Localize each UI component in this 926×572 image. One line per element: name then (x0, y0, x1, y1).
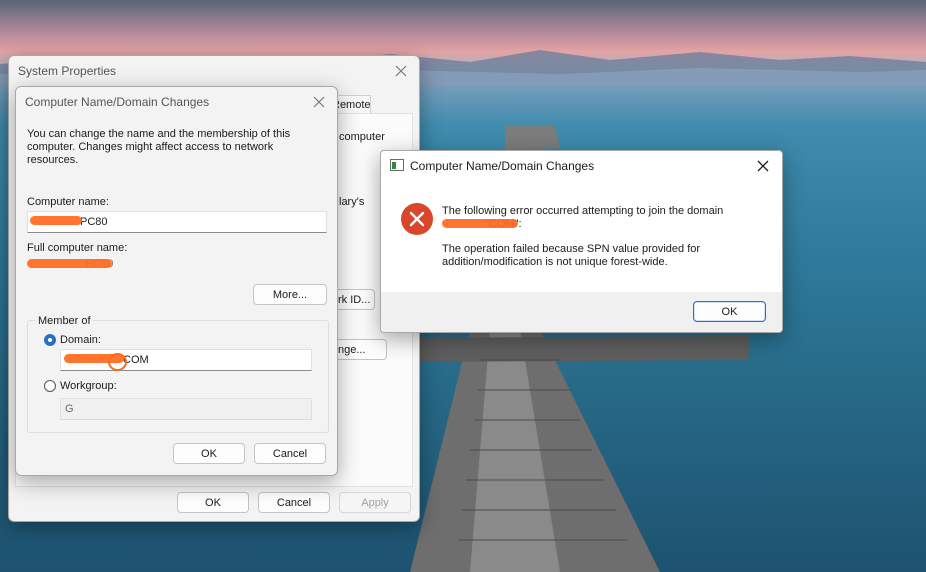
system-properties-ok-button[interactable]: OK (177, 492, 249, 513)
behind-text-computer: computer (339, 131, 385, 143)
error-dialog-close-button[interactable] (751, 155, 775, 177)
redaction-circle (108, 353, 127, 371)
error-line-1: The following error occurred attempting … (442, 205, 724, 217)
computer-name-label: Computer name: (27, 196, 109, 208)
dialog-description: You can change the name and the membersh… (27, 128, 291, 166)
app-icon (390, 159, 404, 171)
computer-name-dialog-titlebar: Computer Name/Domain Changes (16, 87, 337, 117)
system-properties-titlebar: System Properties (9, 56, 419, 86)
computer-name-value: PC80 (80, 216, 108, 228)
computer-name-dialog-title: Computer Name/Domain Changes (25, 95, 210, 109)
redaction-mark (27, 259, 112, 268)
behind-text-lary: lary's (339, 196, 365, 208)
network-id-button[interactable]: rk ID... (335, 289, 375, 310)
error-message: The operation failed because SPN value p… (442, 243, 701, 268)
change-button[interactable]: nge... (335, 339, 387, 360)
error-dialog-titlebar: Computer Name/Domain Changes (381, 151, 782, 181)
close-icon (395, 65, 407, 77)
system-properties-cancel-button[interactable]: Cancel (258, 492, 330, 513)
member-of-group: Member of Domain: COM Workgroup: G (27, 315, 329, 433)
computer-name-dialog: Computer Name/Domain Changes You can cha… (15, 86, 338, 476)
computer-name-dialog-close-button[interactable] (307, 91, 331, 113)
error-dialog: Computer Name/Domain Changes The followi… (380, 150, 783, 333)
full-computer-name-label: Full computer name: (27, 242, 128, 254)
member-of-label: Member of (36, 315, 93, 327)
system-properties-apply-button[interactable]: Apply (339, 492, 411, 513)
workgroup-radio[interactable] (44, 380, 56, 392)
error-icon (401, 203, 433, 235)
domain-radio[interactable] (44, 334, 56, 346)
more-button[interactable]: More... (253, 284, 327, 305)
redaction-mark (30, 216, 82, 225)
computer-name-ok-button[interactable]: OK (173, 443, 245, 464)
error-ok-button[interactable]: OK (693, 301, 766, 322)
system-properties-title: System Properties (18, 64, 117, 78)
workgroup-label[interactable]: Workgroup: (60, 380, 117, 392)
workgroup-input: G (60, 398, 312, 420)
domain-label[interactable]: Domain: (60, 334, 101, 346)
close-icon (313, 96, 325, 108)
close-icon (757, 160, 769, 172)
error-dialog-title: Computer Name/Domain Changes (410, 159, 595, 173)
system-properties-close-button[interactable] (389, 60, 413, 82)
computer-name-cancel-button[interactable]: Cancel (254, 443, 326, 464)
redaction-mark (442, 219, 518, 228)
